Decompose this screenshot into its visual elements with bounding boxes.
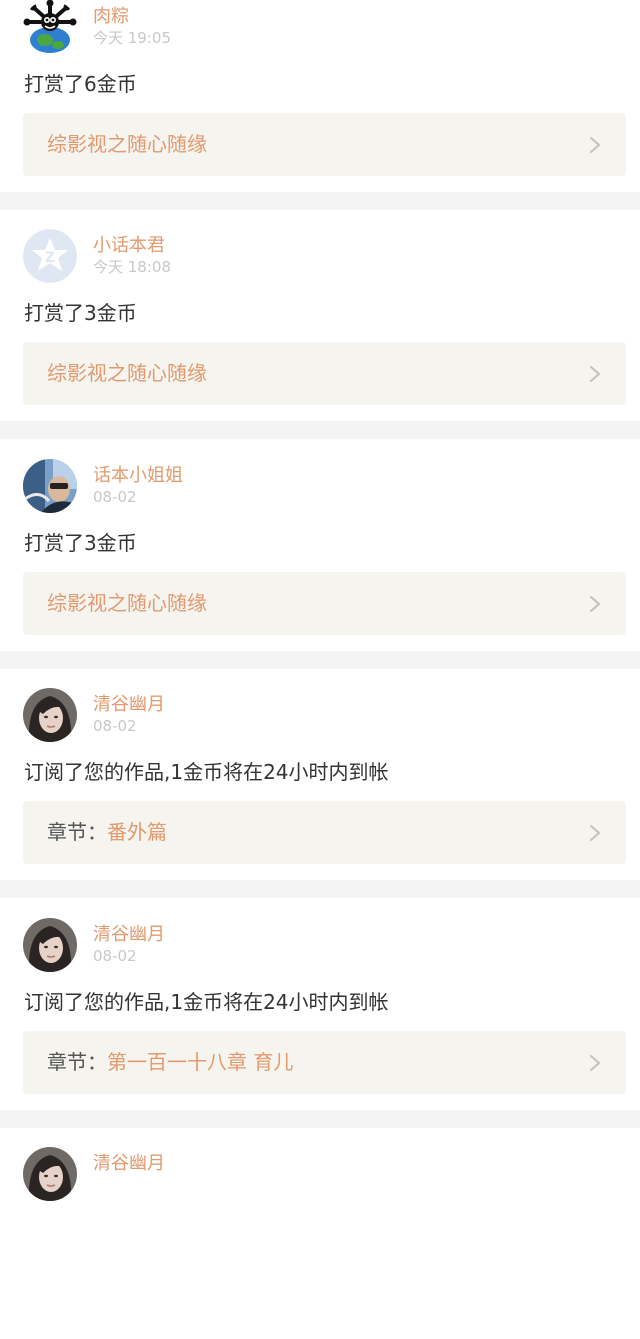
card-separator: [0, 1110, 640, 1128]
activity-message: 打赏了6金币: [24, 72, 137, 96]
card-separator: [0, 651, 640, 669]
work-title: 综影视之随心随缘: [47, 361, 207, 385]
work-link-card[interactable]: 综影视之随心随缘: [23, 113, 626, 176]
timestamp: 08-02: [93, 488, 137, 506]
timestamp: 08-02: [93, 947, 137, 965]
notification-card: Z 小话本君 今天 18:08 打赏了3金币 综影视之随心随缘: [0, 229, 640, 421]
default-user-avatar-icon: Z: [23, 229, 77, 283]
timestamp: 今天 18:08: [93, 258, 171, 276]
chevron-right-icon: [588, 135, 602, 155]
work-title: 综影视之随心随缘: [47, 132, 207, 156]
username-link[interactable]: 清谷幽月: [93, 694, 165, 716]
notification-card: 清谷幽月 08-02 订阅了您的作品,1金币将在24小时内到帐 章节：番外篇: [0, 688, 640, 880]
chevron-right-icon: [588, 1053, 602, 1073]
work-link-text: 综影视之随心随缘: [47, 359, 207, 387]
work-link-text: 综影视之随心随缘: [47, 130, 207, 158]
activity-message: 订阅了您的作品,1金币将在24小时内到帐: [24, 760, 389, 784]
cartoon-creature-globe-icon: [23, 0, 77, 54]
activity-message: 订阅了您的作品,1金币将在24小时内到帐: [24, 990, 389, 1014]
timestamp: 08-02: [93, 717, 137, 735]
card-separator: [0, 421, 640, 439]
photo-avatar-icon: [23, 459, 77, 513]
work-title: 综影视之随心随缘: [47, 591, 207, 615]
activity-message: 打赏了3金币: [24, 531, 137, 555]
username-link[interactable]: 清谷幽月: [93, 924, 165, 946]
chapter-prefix: 章节：: [47, 820, 107, 844]
work-link-card[interactable]: 章节：第一百一十八章 育儿: [23, 1031, 626, 1094]
username-link[interactable]: 话本小姐姐: [93, 465, 183, 487]
user-avatar[interactable]: Z: [23, 229, 77, 283]
work-title: 番外篇: [107, 820, 167, 844]
photo-avatar-icon: [23, 918, 77, 972]
notification-card: 话本小姐姐 08-02 打赏了3金币 综影视之随心随缘: [0, 459, 640, 651]
user-avatar[interactable]: [23, 1147, 77, 1201]
photo-avatar-icon: [23, 688, 77, 742]
user-avatar[interactable]: [23, 688, 77, 742]
notification-card: 肉粽 今天 19:05 打赏了6金币 综影视之随心随缘: [0, 0, 640, 192]
work-link-text: 章节：番外篇: [47, 818, 167, 846]
username-link[interactable]: 清谷幽月: [93, 1153, 165, 1175]
work-link-card[interactable]: 综影视之随心随缘: [23, 572, 626, 635]
svg-text:Z: Z: [45, 250, 55, 266]
work-link-text: 综影视之随心随缘: [47, 589, 207, 617]
username-link[interactable]: 小话本君: [93, 235, 165, 257]
user-avatar[interactable]: [23, 0, 77, 54]
chevron-right-icon: [588, 823, 602, 843]
user-avatar[interactable]: [23, 918, 77, 972]
timestamp: 今天 19:05: [93, 29, 171, 47]
chapter-prefix: 章节：: [47, 1050, 107, 1074]
work-link-text: 章节：第一百一十八章 育儿: [47, 1048, 293, 1076]
card-separator: [0, 880, 640, 898]
notification-card: 清谷幽月 08-02 订阅了您的作品,1金币将在24小时内到帐 章节：第一百一十…: [0, 918, 640, 1110]
work-link-card[interactable]: 章节：番外篇: [23, 801, 626, 864]
card-separator: [0, 192, 640, 210]
activity-message: 打赏了3金币: [24, 301, 137, 325]
username-link[interactable]: 肉粽: [93, 6, 129, 28]
photo-avatar-icon: [23, 1147, 77, 1201]
notification-card: 清谷幽月: [0, 1147, 640, 1339]
user-avatar[interactable]: [23, 459, 77, 513]
work-link-card[interactable]: 综影视之随心随缘: [23, 342, 626, 405]
work-title: 第一百一十八章 育儿: [107, 1050, 294, 1074]
chevron-right-icon: [588, 364, 602, 384]
chevron-right-icon: [588, 594, 602, 614]
